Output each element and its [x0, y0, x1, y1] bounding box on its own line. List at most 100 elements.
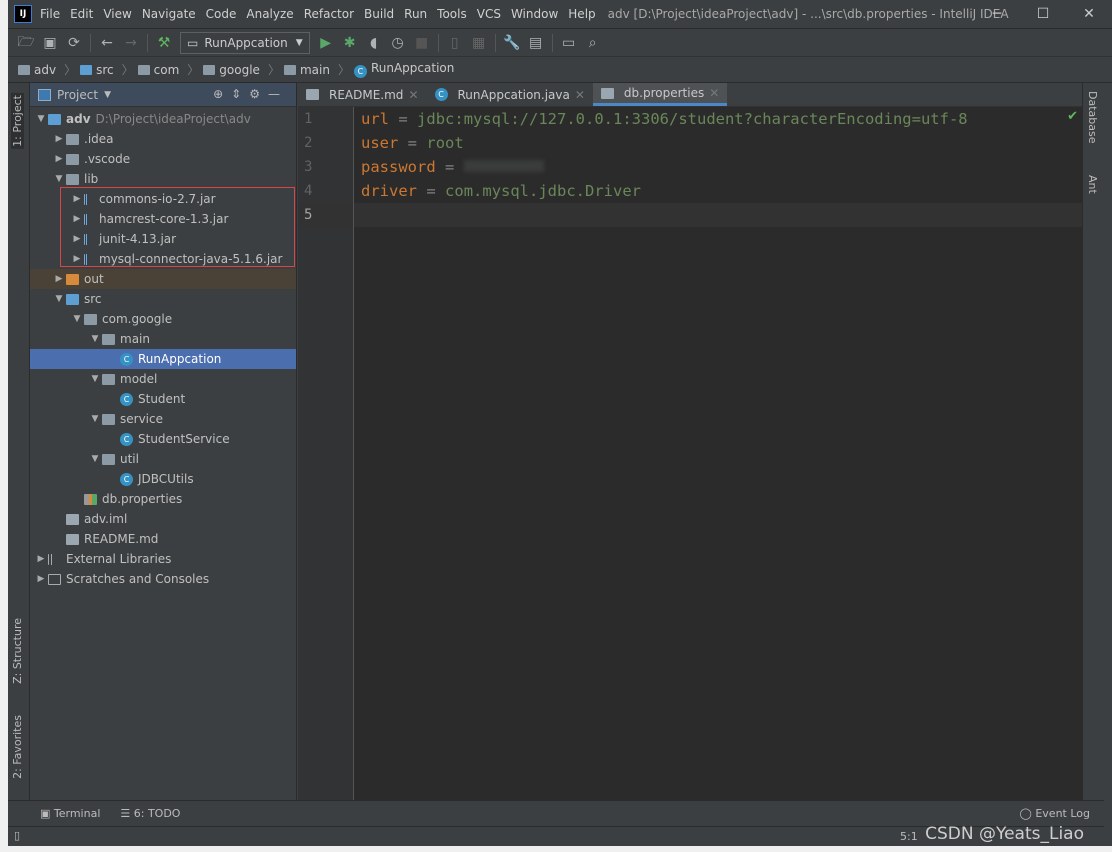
- collapsed-arrow-icon[interactable]: ▶: [34, 554, 48, 564]
- collapsed-arrow-icon[interactable]: ▶: [52, 154, 66, 164]
- tab-runappcation-java[interactable]: C RunAppcation.java ✕: [427, 83, 593, 106]
- expanded-arrow-icon[interactable]: ▼: [52, 294, 66, 304]
- locate-icon[interactable]: ⊕: [213, 87, 231, 101]
- debug-bug-icon[interactable]: ✱: [338, 35, 362, 51]
- project-tool-button[interactable]: 1: Project: [11, 93, 24, 149]
- collapsed-arrow-icon[interactable]: ▶: [34, 574, 48, 584]
- tree-item[interactable]: ▼ service: [30, 409, 296, 429]
- minimize-icon[interactable]: ─: [974, 0, 1020, 28]
- sync-icon[interactable]: ⟳: [62, 35, 86, 51]
- expanded-arrow-icon[interactable]: ▼: [88, 454, 102, 464]
- close-tab-icon[interactable]: ✕: [408, 88, 418, 102]
- attach-icon[interactable]: ▯: [443, 35, 467, 51]
- code-area[interactable]: url = jdbc:mysql://127.0.0.1:3306/studen…: [354, 107, 1082, 227]
- tree-item[interactable]: README.md: [30, 529, 296, 549]
- collapsed-arrow-icon[interactable]: ▶: [70, 214, 84, 224]
- menu-tools[interactable]: Tools: [437, 7, 467, 21]
- forward-icon[interactable]: →: [119, 35, 143, 51]
- menu-vcs[interactable]: VCS: [477, 7, 501, 21]
- structure-tool-button[interactable]: Z: Structure: [11, 618, 24, 684]
- menu-build[interactable]: Build: [364, 7, 394, 21]
- database-tool-button[interactable]: Database: [1086, 91, 1099, 144]
- run-config-select[interactable]: ▭ RunAppcation ▼: [180, 32, 310, 54]
- expanded-arrow-icon[interactable]: ▼: [88, 334, 102, 344]
- tree-item[interactable]: ▶ commons-io-2.7.jar: [30, 189, 296, 209]
- layout-icon[interactable]: ▯: [14, 829, 20, 842]
- menu-view[interactable]: View: [103, 7, 131, 21]
- tree-item[interactable]: ▼ model: [30, 369, 296, 389]
- breadcrumb-item[interactable]: com: [137, 63, 184, 77]
- run-icon[interactable]: ▶: [314, 35, 338, 51]
- menu-window[interactable]: Window: [511, 7, 558, 21]
- tree-item[interactable]: C StudentService: [30, 429, 296, 449]
- todo-button[interactable]: ☰ 6: TODO: [120, 807, 180, 820]
- profile-icon[interactable]: ◷: [386, 35, 410, 51]
- tree-item[interactable]: C JDBCUtils: [30, 469, 296, 489]
- tree-item[interactable]: adv.iml: [30, 509, 296, 529]
- ant-tool-button[interactable]: Ant: [1086, 175, 1099, 194]
- terminal-button[interactable]: ▣ Terminal: [40, 807, 100, 820]
- tree-item[interactable]: C Student: [30, 389, 296, 409]
- hide-icon[interactable]: —: [268, 87, 288, 101]
- breadcrumb-item[interactable]: google: [203, 63, 264, 77]
- coverage-icon[interactable]: ◖: [362, 35, 386, 51]
- breadcrumb-item[interactable]: src: [80, 63, 118, 77]
- tree-item[interactable]: ▶ out: [30, 269, 296, 289]
- collapsed-arrow-icon[interactable]: ▶: [52, 134, 66, 144]
- gear-icon[interactable]: ⚙: [249, 87, 268, 101]
- deploy-icon[interactable]: ▦: [467, 35, 491, 51]
- code-editor[interactable]: 1 2 3 4 5 url = jdbc:mysql://127.0.0.1:3306/…: [298, 107, 1082, 800]
- expanded-arrow-icon[interactable]: ▼: [88, 374, 102, 384]
- stop-icon[interactable]: ■: [410, 35, 434, 51]
- tree-item[interactable]: ▶ .idea: [30, 129, 296, 149]
- tree-item[interactable]: ▼ lib: [30, 169, 296, 189]
- tree-item[interactable]: ▼ util: [30, 449, 296, 469]
- tree-item[interactable]: ▶ junit-4.13.jar: [30, 229, 296, 249]
- open-folder-icon[interactable]: 🗁: [14, 31, 38, 55]
- expanded-arrow-icon[interactable]: ▼: [34, 114, 48, 124]
- tab-readme-md[interactable]: README.md ✕: [298, 83, 427, 106]
- menu-file[interactable]: File: [40, 7, 60, 21]
- project-view-select[interactable]: Project: [57, 88, 98, 102]
- collapsed-arrow-icon[interactable]: ▶: [70, 194, 84, 204]
- expanded-arrow-icon[interactable]: ▼: [52, 174, 66, 184]
- event-log-button[interactable]: ◯ Event Log: [1020, 807, 1090, 820]
- menu-navigate[interactable]: Navigate: [142, 7, 196, 21]
- tree-item[interactable]: ▼ adv D:\Project\ideaProject\adv: [30, 109, 296, 129]
- breadcrumb-item[interactable]: main: [283, 63, 334, 77]
- tree-item[interactable]: ▶ External Libraries: [30, 549, 296, 569]
- tree-item[interactable]: db.properties: [30, 489, 296, 509]
- collapsed-arrow-icon[interactable]: ▶: [70, 234, 84, 244]
- build-hammer-icon[interactable]: ⚒: [152, 35, 176, 51]
- tree-item[interactable]: ▶ mysql-connector-java-5.1.6.jar: [30, 249, 296, 269]
- tree-item[interactable]: ▶ hamcrest-core-1.3.jar: [30, 209, 296, 229]
- expanded-arrow-icon[interactable]: ▼: [70, 314, 84, 324]
- back-icon[interactable]: ←: [95, 35, 119, 51]
- tree-item[interactable]: ▼ main: [30, 329, 296, 349]
- close-icon[interactable]: ✕: [1066, 0, 1112, 28]
- menu-run[interactable]: Run: [404, 7, 427, 21]
- caret-position[interactable]: 5:1: [900, 830, 918, 843]
- menu-edit[interactable]: Edit: [70, 7, 93, 21]
- collapsed-arrow-icon[interactable]: ▶: [70, 254, 84, 264]
- collapse-icon[interactable]: ⇕: [231, 87, 249, 101]
- tree-item[interactable]: ▶ .vscode: [30, 149, 296, 169]
- menu-help[interactable]: Help: [568, 7, 595, 21]
- tree-item[interactable]: ▶ Scratches and Consoles: [30, 569, 296, 589]
- close-tab-icon[interactable]: ✕: [709, 86, 719, 100]
- close-tab-icon[interactable]: ✕: [575, 88, 585, 102]
- tab-db-properties[interactable]: db.properties ✕: [592, 83, 728, 106]
- tree-item[interactable]: ▼ com.google: [30, 309, 296, 329]
- favorites-tool-button[interactable]: 2: Favorites: [11, 715, 24, 779]
- menu-analyze[interactable]: Analyze: [246, 7, 293, 21]
- chevron-down-icon[interactable]: ▼: [104, 90, 111, 100]
- save-icon[interactable]: ▣: [38, 35, 62, 51]
- tree-item[interactable]: ▼ src: [30, 289, 296, 309]
- expanded-arrow-icon[interactable]: ▼: [88, 414, 102, 424]
- breadcrumb-item[interactable]: C RunAppcation: [353, 61, 458, 78]
- project-structure-icon[interactable]: ▤: [524, 35, 548, 51]
- settings-wrench-icon[interactable]: 🔧: [500, 35, 524, 51]
- search-icon[interactable]: ⌕: [581, 35, 605, 51]
- menu-refactor[interactable]: Refactor: [304, 7, 354, 21]
- menu-code[interactable]: Code: [206, 7, 237, 21]
